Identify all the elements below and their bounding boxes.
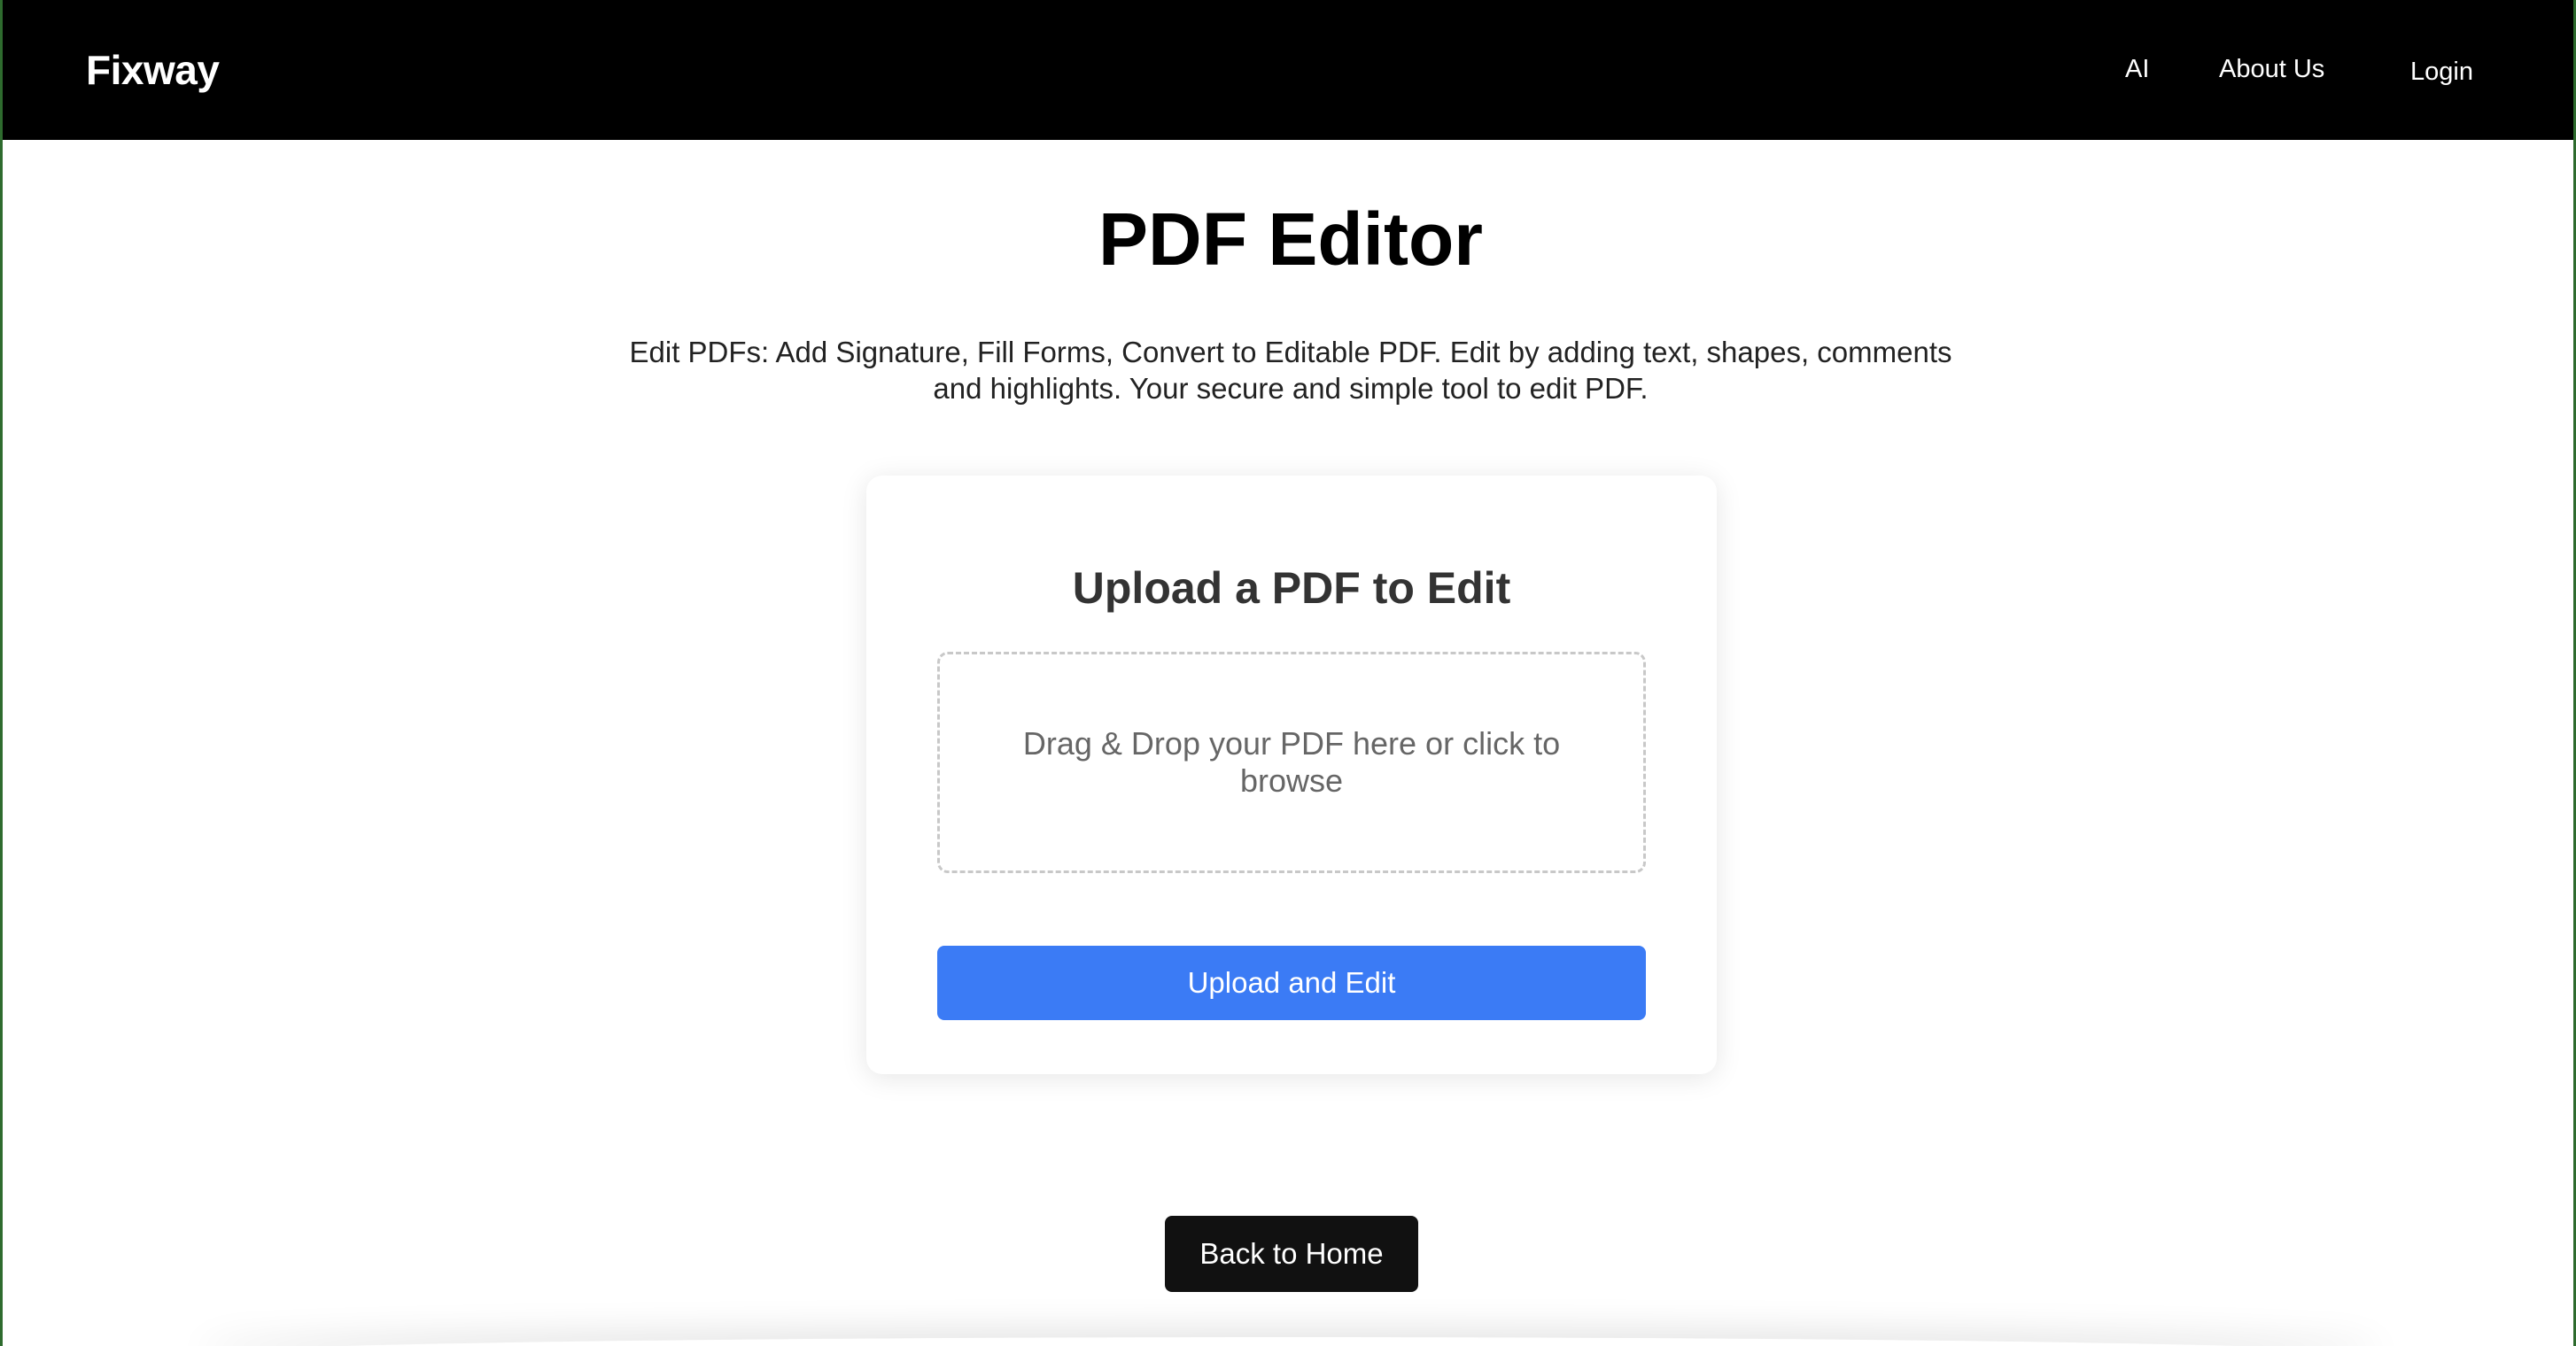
back-to-home-button[interactable]: Back to Home xyxy=(1165,1216,1418,1292)
upload-card: Upload a PDF to Edit Drag & Drop your PD… xyxy=(866,476,1717,1074)
nav-link-ai[interactable]: AI xyxy=(2125,55,2149,84)
navbar: Fixway AI About Us Login xyxy=(3,0,2573,140)
pdf-dropzone[interactable]: Drag & Drop your PDF here or click to br… xyxy=(937,652,1646,873)
footer-shadow xyxy=(198,1337,2384,1346)
nav-link-about-us[interactable]: About Us xyxy=(2219,55,2324,84)
upload-card-title: Upload a PDF to Edit xyxy=(1072,563,1511,613)
page: Fixway AI About Us Login PDF Editor Edit… xyxy=(0,0,2576,1346)
page-subtitle: Edit PDFs: Add Signature, Fill Forms, Co… xyxy=(629,336,1952,405)
nav-link-login[interactable]: Login xyxy=(2410,58,2473,87)
brand-logo[interactable]: Fixway xyxy=(86,46,220,94)
upload-and-edit-button[interactable]: Upload and Edit xyxy=(937,946,1646,1020)
dropzone-text: Drag & Drop your PDF here or click to br… xyxy=(1022,725,1561,799)
page-title: PDF Editor xyxy=(1098,197,1483,281)
